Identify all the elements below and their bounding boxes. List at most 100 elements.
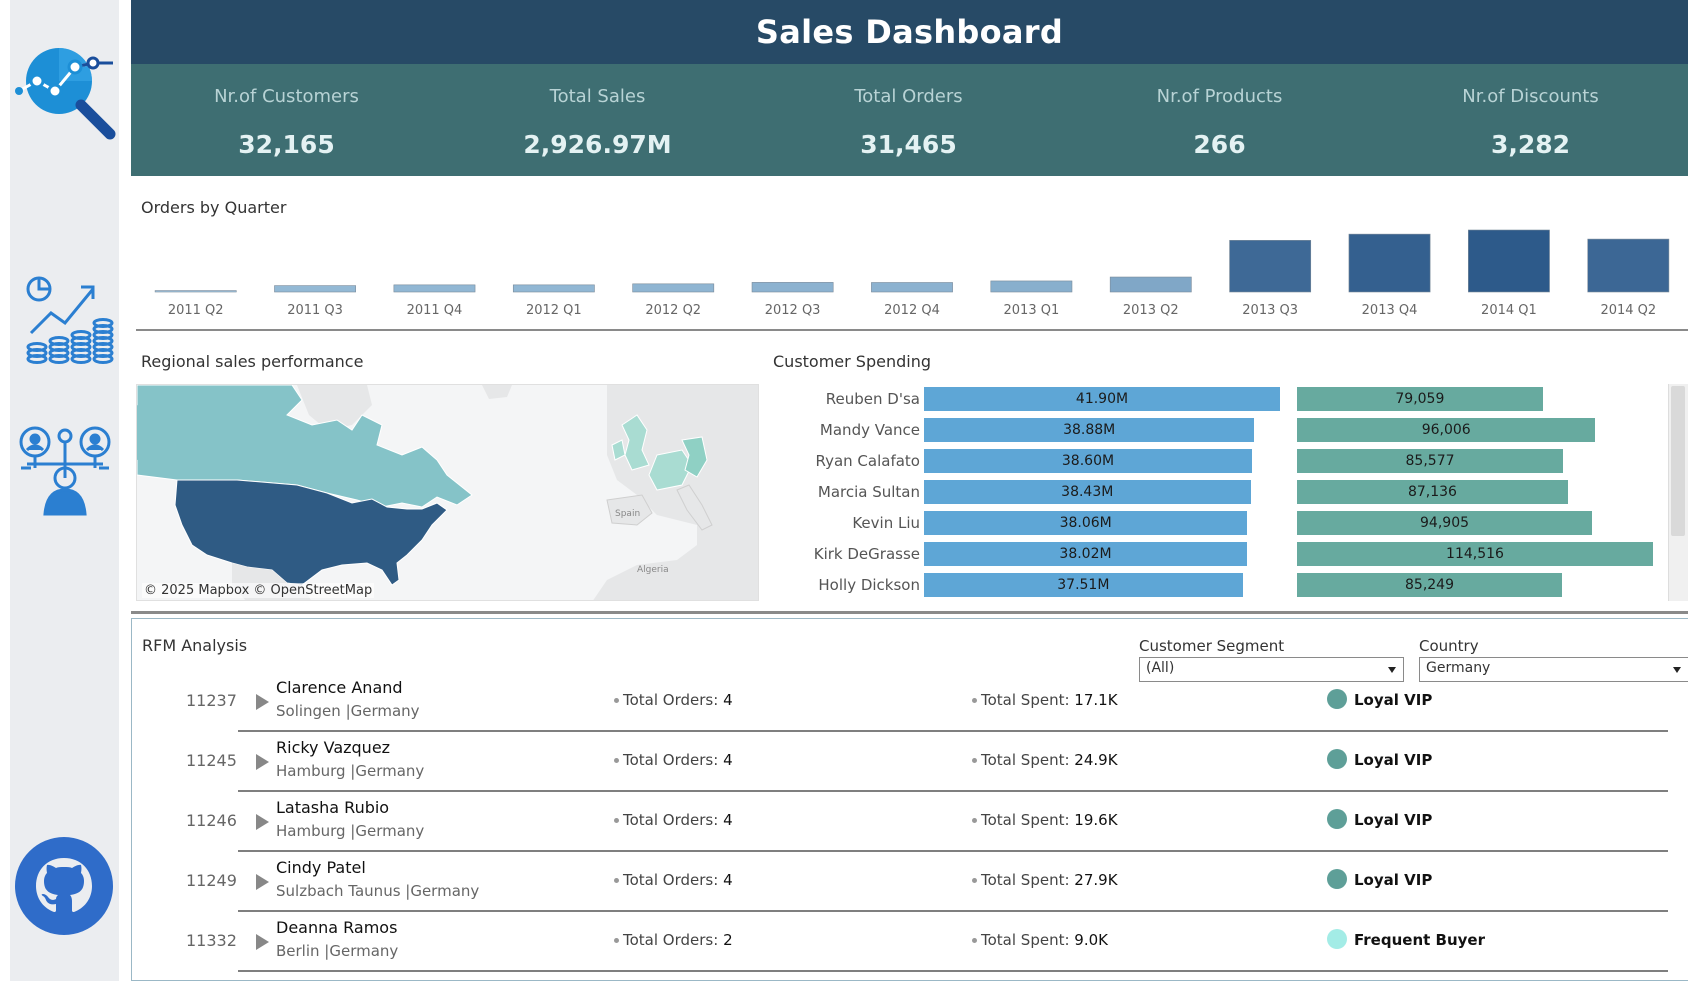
x-tick-label: 2011 Q4	[407, 303, 463, 318]
sales-bar[interactable]: 38.60M	[924, 449, 1252, 473]
bar-2011-Q2[interactable]	[154, 290, 237, 293]
kpi-label: Total Orders	[854, 86, 963, 107]
bar-2014-Q1[interactable]	[1468, 229, 1550, 293]
segment-filter-label: Customer Segment	[1139, 637, 1285, 655]
scrollbar-thumb[interactable]	[1671, 386, 1685, 536]
map-label-algeria: Algeria	[637, 565, 669, 575]
expand-arrow-icon[interactable]	[256, 754, 269, 770]
value-bar[interactable]: 85,249	[1297, 573, 1563, 597]
bullet-icon	[614, 698, 619, 703]
table-row[interactable]: 11237 Clarence Anand Solingen |Germany Tota…	[132, 672, 1688, 732]
customer-name: Kevin Liu	[852, 514, 920, 532]
analytics-search-icon[interactable]	[15, 45, 119, 145]
spending-scrollbar[interactable]	[1668, 384, 1688, 601]
segment-label: Loyal VIP	[1354, 691, 1433, 709]
segment-color-dot	[1327, 809, 1347, 829]
customer-location: Hamburg |Germany	[276, 762, 425, 780]
divider	[136, 329, 1688, 331]
github-icon[interactable]	[14, 836, 114, 936]
x-tick-label: 2014 Q1	[1481, 303, 1537, 318]
page-title: Sales Dashboard	[755, 13, 1064, 51]
customer-spending-chart: 41.90M 79,059 38.88M 96,006 38.60M 85,577 38.4…	[924, 384, 1664, 601]
customer-name: Ricky Vazquez	[276, 738, 391, 757]
bullet-icon	[614, 938, 619, 943]
kpi-total-sales: Total Sales 2,926.97M	[442, 64, 753, 176]
financial-growth-icon[interactable]	[25, 275, 115, 367]
bar-2011-Q4[interactable]	[393, 284, 476, 293]
x-tick-label: 2013 Q4	[1362, 303, 1418, 318]
bar-2013-Q4[interactable]	[1348, 233, 1431, 293]
table-row[interactable]: 11249 Cindy Patel Sulzbach Taunus |Germany…	[132, 852, 1688, 912]
value-bar[interactable]: 114,516	[1297, 542, 1653, 566]
total-orders: Total Orders: 4	[614, 691, 733, 709]
expand-arrow-icon[interactable]	[256, 934, 269, 950]
customer-id: 11237	[186, 691, 237, 710]
bar-2012-Q2[interactable]	[632, 283, 715, 293]
bar-2012-Q3[interactable]	[751, 282, 834, 293]
map-label-spain: Spain	[615, 509, 640, 519]
customer-id: 11245	[186, 751, 237, 770]
total-spent: Total Spent: 9.0K	[972, 931, 1108, 949]
total-orders: Total Orders: 4	[614, 751, 733, 769]
bar-2013-Q2[interactable]	[1109, 276, 1192, 293]
bar-2012-Q1[interactable]	[512, 284, 595, 293]
sales-bar[interactable]: 37.51M	[924, 573, 1243, 597]
table-row[interactable]: 11332 Deanna Ramos Berlin |Germany Total Or…	[132, 912, 1688, 972]
expand-arrow-icon[interactable]	[256, 814, 269, 830]
kpi-products: Nr.of Products 266	[1064, 64, 1375, 176]
segment-label: Frequent Buyer	[1354, 931, 1485, 949]
orders-chart-title: Orders by Quarter	[141, 198, 287, 217]
x-tick-label: 2012 Q1	[526, 303, 582, 318]
bar-2012-Q4[interactable]	[871, 282, 953, 293]
table-row[interactable]: 11246 Latasha Rubio Hamburg |Germany Total …	[132, 792, 1688, 852]
rfm-title: RFM Analysis	[142, 636, 248, 655]
bar-2011-Q3[interactable]	[274, 285, 356, 293]
customer-id: 11332	[186, 931, 237, 950]
bar-2013-Q1[interactable]	[990, 280, 1073, 293]
x-tick-label: 2013 Q3	[1242, 303, 1298, 318]
bar-2013-Q3[interactable]	[1229, 240, 1312, 293]
table-row[interactable]: 11245 Ricky Vazquez Hamburg |Germany Total …	[132, 732, 1688, 792]
expand-arrow-icon[interactable]	[256, 874, 269, 890]
bullet-icon	[614, 818, 619, 823]
value-bar[interactable]: 96,006	[1297, 418, 1596, 442]
x-tick-label: 2014 Q2	[1600, 303, 1656, 318]
total-spent: Total Spent: 19.6K	[972, 811, 1118, 829]
kpi-value: 3,282	[1490, 130, 1571, 159]
x-tick-label: 2012 Q3	[765, 303, 821, 318]
customer-id: 11246	[186, 811, 237, 830]
total-orders: Total Orders: 4	[614, 871, 733, 889]
customer-location: Sulzbach Taunus |Germany	[276, 882, 480, 900]
kpi-label: Nr.of Products	[1156, 86, 1283, 107]
kpi-value: 266	[1193, 130, 1246, 159]
bullet-icon	[972, 698, 977, 703]
customer-name: Clarence Anand	[276, 678, 403, 697]
customer-location: Hamburg |Germany	[276, 822, 425, 840]
value-bar[interactable]: 85,577	[1297, 449, 1564, 473]
dashboard-header: Sales Dashboard	[131, 0, 1688, 64]
value-bar[interactable]: 87,136	[1297, 480, 1568, 504]
customer-balance-icon[interactable]	[17, 420, 113, 516]
expand-arrow-icon[interactable]	[256, 694, 269, 710]
kpi-value: 31,465	[860, 130, 957, 159]
sales-bar[interactable]: 38.06M	[924, 511, 1248, 535]
total-orders: Total Orders: 4	[614, 811, 733, 829]
regional-sales-map[interactable]: Spain Algeria © 2025 Mapbox © OpenStreet…	[136, 384, 759, 601]
sales-bar[interactable]: 38.43M	[924, 480, 1251, 504]
sales-bar[interactable]: 41.90M	[924, 387, 1280, 411]
bar-2014-Q2[interactable]	[1587, 238, 1670, 293]
sales-bar[interactable]: 38.02M	[924, 542, 1248, 566]
kpi-value: 32,165	[238, 130, 335, 159]
customer-name: Mandy Vance	[819, 421, 920, 439]
map-attribution[interactable]: © 2025 Mapbox © OpenStreetMap	[142, 583, 375, 598]
value-bar[interactable]: 94,905	[1297, 511, 1593, 535]
total-orders: Total Orders: 2	[614, 931, 733, 949]
bullet-icon	[972, 878, 977, 883]
kpi-label: Nr.of Discounts	[1462, 86, 1599, 107]
value-bar[interactable]: 79,059	[1297, 387, 1543, 411]
rfm-analysis-panel: RFM Analysis Customer Segment (All) Coun…	[131, 618, 1688, 981]
sales-bar[interactable]: 38.88M	[924, 418, 1255, 442]
map-title: Regional sales performance	[141, 352, 364, 371]
spending-title: Customer Spending	[773, 352, 931, 371]
x-tick-label: 2012 Q2	[645, 303, 701, 318]
